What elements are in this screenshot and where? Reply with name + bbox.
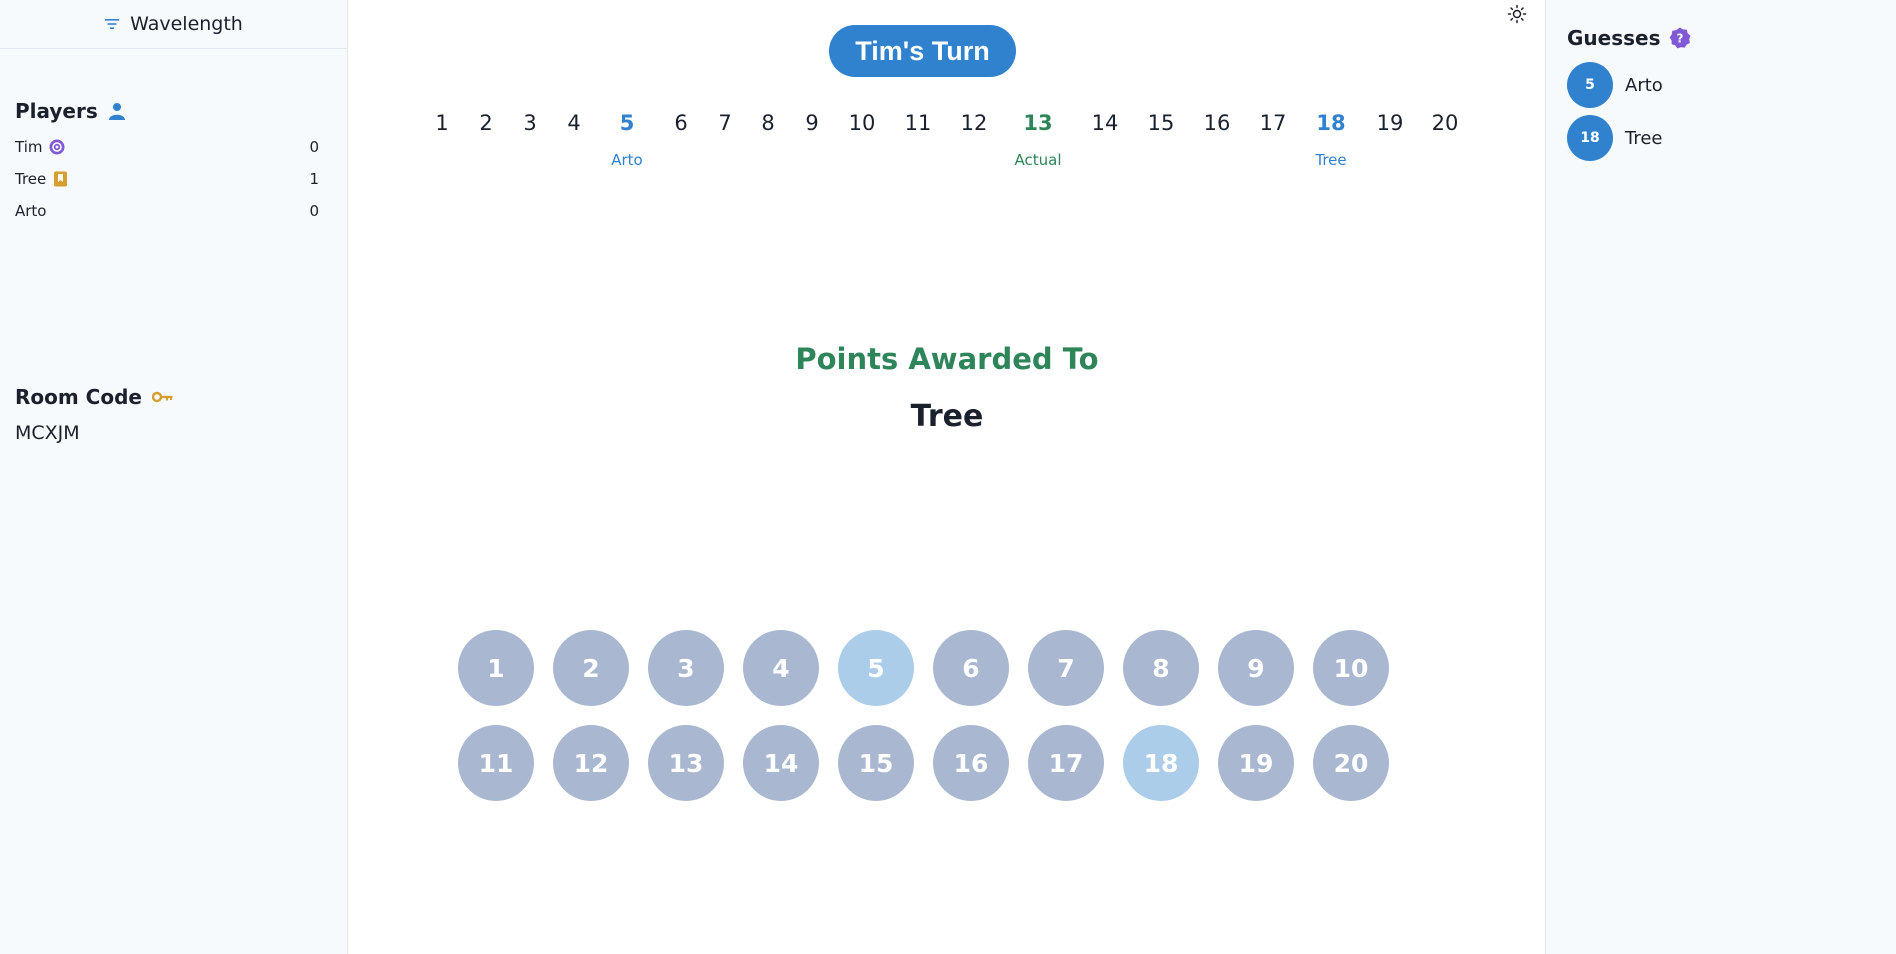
number-circle[interactable]: 13	[648, 725, 724, 801]
points-awarded-heading: Points Awarded To	[795, 342, 1099, 376]
scale-number: 19	[1376, 111, 1404, 135]
room-code-heading-row: Room Code	[0, 385, 174, 409]
number-circle[interactable]: 8	[1123, 630, 1199, 706]
help-icon: ?	[1669, 27, 1690, 49]
scale-guess-label: Arto	[611, 151, 643, 169]
number-circle-selected[interactable]: 5	[838, 630, 914, 706]
player-name: Tree	[15, 170, 47, 188]
scale-number: 11	[904, 111, 932, 135]
scale-guess-label: Tree	[1315, 151, 1347, 169]
filter-icon	[105, 19, 120, 29]
number-circle[interactable]: 7	[1028, 630, 1104, 706]
right-sidebar: Guesses ? 5 Arto 18 Tree	[1545, 0, 1896, 954]
room-code: MCXJM	[15, 422, 80, 444]
brand-header: Wavelength	[0, 0, 347, 49]
player-name: Arto	[15, 202, 47, 220]
number-circle-selected[interactable]: 18	[1123, 725, 1199, 801]
guess-player: Tree	[1625, 127, 1663, 149]
turn-button[interactable]: Tim's Turn	[829, 25, 1016, 77]
number-circle[interactable]: 2	[553, 630, 629, 706]
number-circle[interactable]: 20	[1313, 725, 1389, 801]
key-icon	[151, 391, 173, 403]
number-circle[interactable]: 9	[1218, 630, 1294, 706]
scale-number: 1	[435, 111, 449, 135]
guess-item: 18 Tree	[1567, 115, 1663, 161]
scale-number: 16	[1203, 111, 1231, 135]
main-panel: Tim's Turn 1 2 3 4 5 6 7 8 9 10 11 12 13…	[349, 0, 1545, 954]
guess-value-badge: 5	[1567, 62, 1613, 108]
scale-number: 10	[848, 111, 876, 135]
number-circle[interactable]: 10	[1313, 630, 1389, 706]
target-icon	[49, 139, 65, 155]
scale-number: 3	[523, 111, 537, 135]
left-sidebar: Wavelength Players Tim 0 Tree 1 Arto 0 R…	[0, 0, 348, 954]
scale-number: 4	[567, 111, 581, 135]
points-winner: Tree	[910, 399, 984, 434]
number-circle[interactable]: 4	[743, 630, 819, 706]
players-heading: Players	[15, 99, 98, 123]
scale-number: 17	[1259, 111, 1287, 135]
app-title: Wavelength	[130, 13, 243, 35]
player-row: Arto 0	[0, 195, 347, 227]
player-score: 0	[309, 202, 319, 220]
scale-number: 12	[960, 111, 988, 135]
guess-value-badge: 18	[1567, 115, 1613, 161]
scale-number: 20	[1431, 111, 1459, 135]
player-name: Tim	[15, 138, 43, 156]
scale-number: 7	[718, 111, 732, 135]
player-row: Tree 1	[0, 163, 347, 195]
player-name-cell: Arto	[15, 202, 47, 220]
player-name-cell: Tim	[15, 138, 65, 156]
players-list: Tim 0 Tree 1 Arto 0	[0, 131, 347, 227]
guesses-heading-row: Guesses ?	[1567, 26, 1691, 50]
number-circle[interactable]: 1	[458, 630, 534, 706]
number-circle[interactable]: 3	[648, 630, 724, 706]
guesses-heading: Guesses	[1567, 26, 1661, 50]
scale-number-guess: 18	[1316, 111, 1346, 135]
scale-number: 14	[1091, 111, 1119, 135]
player-score: 0	[309, 138, 319, 156]
player-score: 1	[309, 170, 319, 188]
number-circle[interactable]: 12	[553, 725, 629, 801]
user-icon	[108, 103, 125, 120]
number-circle[interactable]: 15	[838, 725, 914, 801]
player-row: Tim 0	[0, 131, 347, 163]
number-circle[interactable]: 19	[1218, 725, 1294, 801]
svg-text:?: ?	[1676, 32, 1683, 46]
guess-player: Arto	[1625, 74, 1663, 96]
number-circle[interactable]: 16	[933, 725, 1009, 801]
number-circle[interactable]: 17	[1028, 725, 1104, 801]
scale-number: 6	[674, 111, 688, 135]
scale-actual-label: Actual	[1014, 151, 1062, 169]
scale-number: 9	[805, 111, 819, 135]
player-name-cell: Tree	[15, 170, 68, 188]
scale-number: 15	[1147, 111, 1175, 135]
room-code-heading: Room Code	[15, 385, 142, 409]
guess-item: 5 Arto	[1567, 62, 1663, 108]
sun-icon[interactable]	[1507, 4, 1527, 24]
number-circle[interactable]: 6	[933, 630, 1009, 706]
number-circle[interactable]: 11	[458, 725, 534, 801]
scale-number-guess: 5	[619, 111, 635, 135]
scale-number: 2	[479, 111, 493, 135]
players-heading-row: Players	[0, 99, 347, 123]
bookmark-icon	[54, 171, 68, 187]
scale-number-actual: 13	[1023, 111, 1053, 135]
scale-number: 8	[761, 111, 775, 135]
number-circle[interactable]: 14	[743, 725, 819, 801]
